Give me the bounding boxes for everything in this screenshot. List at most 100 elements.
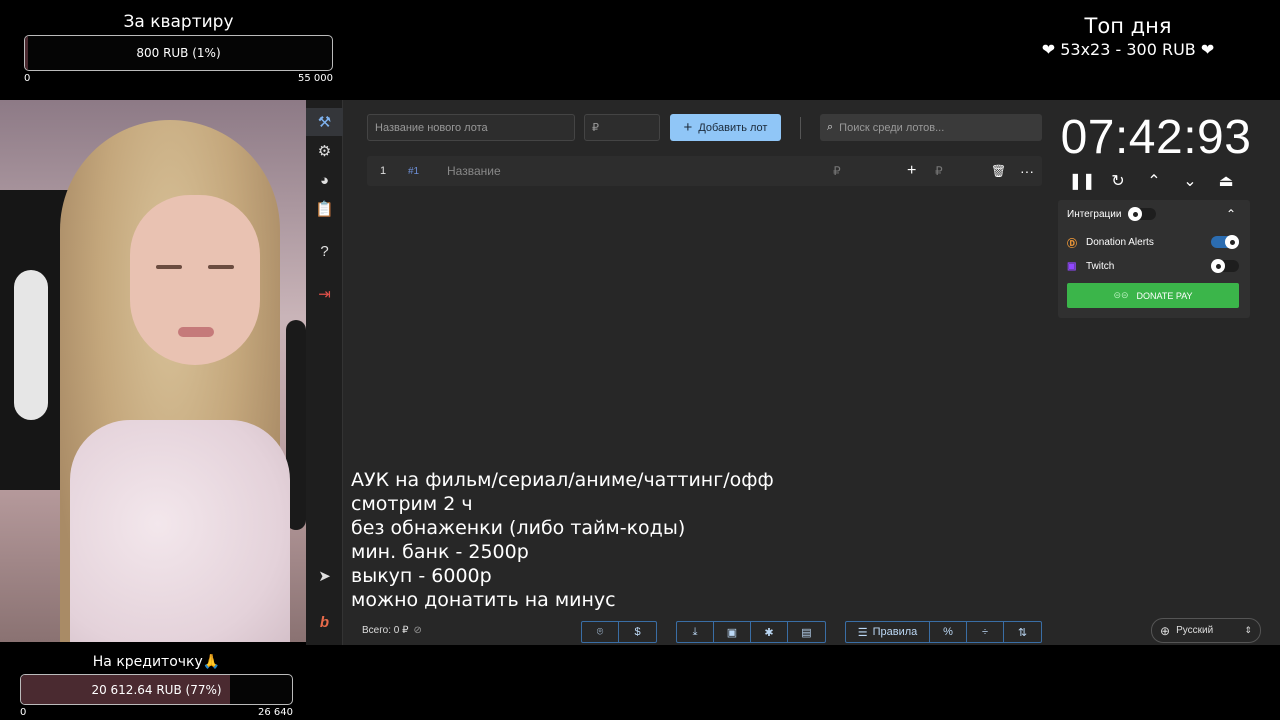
donation-alerts-icon: Ⓓ (1067, 238, 1077, 250)
goal-credit-card-max: 26 640 (258, 707, 293, 718)
twitch-label: Twitch (1086, 260, 1115, 272)
rules-line: смотрим 2 ч (351, 493, 473, 515)
brand-icon[interactable]: b (306, 608, 343, 636)
rules-icon: ☰ (857, 626, 868, 639)
goal-apartment-title: За квартиру (123, 12, 234, 32)
history-icon[interactable]: 📋 (306, 195, 343, 223)
goal-apartment-min: 0 (24, 73, 31, 84)
goal-credit-card-min: 0 (20, 707, 27, 718)
total-label: Всего: 0 ₽ (362, 625, 409, 636)
donation-alerts-toggle[interactable] (1211, 235, 1239, 249)
lot-extra-amount[interactable]: ₽ (935, 156, 943, 186)
logout-icon[interactable]: ⇥ (306, 280, 343, 308)
auction-app: ⚒ ⚙ ◕ 📋 ? ⇥ ➤ b Название нового лота ₽ +… (306, 100, 1280, 645)
timer-display: 07:42:93 (1060, 111, 1252, 164)
gaming-chair-accent (14, 270, 48, 420)
top-of-day: Топ дня ❤ 53x23 - 300 RUB ❤ (1000, 14, 1256, 59)
auction-icon[interactable]: ⚒ (306, 108, 343, 136)
chevron-up-icon[interactable]: ⌃ (1226, 207, 1236, 221)
sidebar: ⚒ ⚙ ◕ 📋 ? ⇥ ➤ b (306, 100, 343, 645)
trash-icon[interactable]: 🗑 (991, 156, 1006, 186)
percent-icon[interactable]: % (930, 622, 967, 642)
settings-icon[interactable]: ⚙ (306, 137, 343, 165)
rules-button[interactable]: ☰ Правила (846, 622, 930, 642)
sort-icon[interactable]: ⇅ (1004, 622, 1041, 642)
chevron-down-icon[interactable]: ⌄ (1176, 170, 1204, 192)
lips (178, 327, 214, 337)
save-icon[interactable]: ▣ (714, 622, 751, 642)
integration-twitch: ▣ Twitch (1058, 255, 1250, 277)
donate-pay-button[interactable]: ⊝⊝ DONATE PAY (1067, 283, 1239, 308)
integration-donation-alerts: Ⓓ Donation Alerts (1058, 231, 1250, 253)
file-actions-group: ⤓ ▣ ✱ ▤ (676, 621, 826, 643)
bug-icon[interactable]: ✱ (751, 622, 788, 642)
integrations-header: Интеграции ⌃ (1058, 203, 1250, 225)
search-placeholder: Поиск среди лотов... (839, 121, 945, 134)
streamer-face (130, 195, 260, 365)
rules-line: выкуп - 6000р (351, 565, 492, 587)
main-panel: Название нового лота ₽ + Добавить лот ⌕ … (343, 100, 1280, 645)
updown-icon: ⇕ (1244, 625, 1252, 635)
rules-line: АУК на фильм/сериал/аниме/чаттинг/офф (351, 469, 774, 491)
auction-tools-group: ☰ Правила % ÷ ⇅ (845, 621, 1042, 643)
language-select[interactable]: ⊕ Русский ⇕ (1151, 618, 1261, 643)
goal-credit-card-bar: 20 612.64 RUB (77%) (20, 674, 293, 705)
lot-amount-input[interactable]: ₽ (584, 114, 660, 141)
donate-pay-label: DONATE PAY (1136, 290, 1193, 301)
goal-apartment: За квартиру 800 RUB (1%) 0 55 000 (24, 12, 333, 84)
lot-id: #1 (408, 165, 420, 177)
add-lot-label: Добавить лот (698, 121, 768, 134)
pause-icon[interactable]: ❚❚ (1068, 170, 1096, 192)
add-amount-icon[interactable]: + (907, 156, 916, 186)
right-eye (208, 265, 234, 269)
help-icon[interactable]: ? (306, 237, 343, 265)
twitch-toggle[interactable] (1211, 259, 1239, 273)
goal-apartment-bar: 800 RUB (1%) (24, 35, 333, 71)
goal-credit-card-range: 0 26 640 (20, 707, 293, 718)
chevron-up-icon[interactable]: ⌃ (1140, 170, 1168, 192)
lot-name-field[interactable]: Название (447, 156, 501, 186)
left-eye (156, 265, 182, 269)
import-icon[interactable]: ▤ (788, 622, 825, 642)
rules-label: Правила (872, 626, 918, 638)
donate-pay-icon: ⊝⊝ (1113, 290, 1129, 300)
eye-off-icon[interactable]: ⊘ (413, 625, 421, 636)
github-icon[interactable]: ⌾ (582, 622, 619, 642)
toolbar-divider (800, 117, 801, 139)
rules-line: мин. банк - 2500р (351, 541, 529, 563)
lot-name-input[interactable]: Название нового лота (367, 114, 575, 141)
globe-icon: ⊕ (1160, 623, 1171, 638)
goal-credit-card: На кредиточку🙏 20 612.64 RUB (77%) 0 26 … (20, 654, 293, 718)
goal-apartment-text: 800 RUB (1%) (136, 46, 221, 60)
search-input[interactable]: ⌕ Поиск среди лотов... (820, 114, 1042, 141)
eject-icon[interactable]: ⏏ (1212, 170, 1240, 192)
lot-amount[interactable]: ₽ (833, 156, 841, 186)
top-of-day-title: Топ дня (1084, 14, 1172, 38)
goal-apartment-max: 55 000 (298, 73, 333, 84)
links-group: ⌾ $ (581, 621, 657, 643)
dollar-icon[interactable]: $ (619, 622, 656, 642)
more-icon[interactable]: ··· (1020, 156, 1034, 186)
goal-credit-card-title: На кредиточку🙏 (92, 654, 221, 670)
lot-row: 1 #1 Название ₽ + ₽ 🗑 ··· (367, 156, 1042, 186)
streamer-pajama (70, 420, 290, 642)
stats-icon[interactable]: ◕ (306, 166, 343, 194)
auction-rules-text: АУК на фильм/сериал/аниме/чаттинг/офф см… (351, 468, 774, 612)
restart-icon[interactable]: ↻ (1104, 170, 1132, 192)
goal-credit-card-text: 20 612.64 RUB (77%) (91, 682, 222, 697)
integrations-toggle[interactable] (1128, 207, 1156, 221)
plus-icon: + (683, 119, 693, 136)
add-lot-button[interactable]: + Добавить лот (670, 114, 781, 141)
split-icon[interactable]: ÷ (967, 622, 1004, 642)
donation-alerts-label: Donation Alerts (1086, 236, 1154, 248)
search-icon: ⌕ (827, 121, 834, 133)
telegram-icon[interactable]: ➤ (306, 562, 343, 590)
twitch-icon: ▣ (1067, 260, 1077, 272)
total-sum: Всего: 0 ₽ ⊘ (362, 625, 422, 636)
download-icon[interactable]: ⤓ (677, 622, 714, 642)
rules-line: можно донатить на минус (351, 589, 616, 611)
integrations-title: Интеграции (1067, 208, 1122, 220)
lot-index: 1 (380, 165, 387, 177)
language-label: Русский (1176, 625, 1214, 636)
webcam-feed (0, 100, 306, 642)
